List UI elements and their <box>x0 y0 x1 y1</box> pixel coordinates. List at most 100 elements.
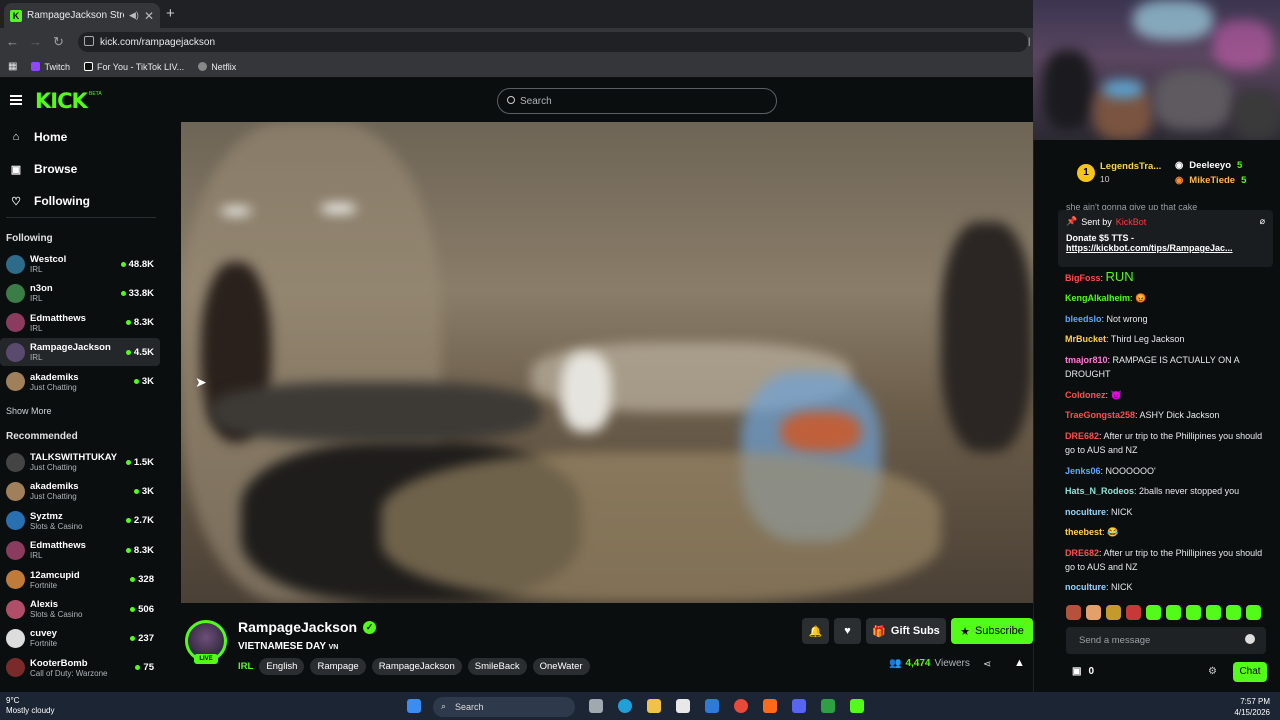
chat-username[interactable]: tmajor810 <box>1065 355 1108 365</box>
chat-points[interactable]: ▣ 0 <box>1072 666 1094 677</box>
apps-grid-icon[interactable]: ▦ <box>8 61 17 72</box>
sidebar-channel-item[interactable]: Syztmz Slots & Casino 2.7K <box>0 507 160 535</box>
discord-icon[interactable] <box>792 699 806 713</box>
taskbar-search[interactable]: ⌕ Search <box>433 697 575 717</box>
taskbar-clock[interactable]: 7:57 PM 4/15/2026 <box>1218 696 1270 718</box>
edge-icon[interactable] <box>618 699 632 713</box>
chat-send-button[interactable]: Chat <box>1233 662 1267 682</box>
emote-icon[interactable] <box>1086 605 1101 620</box>
tag[interactable]: RampageJackson <box>371 658 462 675</box>
xbox-icon[interactable] <box>821 699 835 713</box>
notification-bell-button[interactable]: 🔔 <box>802 618 829 644</box>
forward-icon[interactable]: → <box>29 34 42 49</box>
chat-settings-icon[interactable]: ⚙ <box>1208 666 1217 677</box>
chat-username[interactable]: DRE682 <box>1065 548 1099 558</box>
sidebar-channel-item[interactable]: Edmatthews IRL 8.3K <box>0 536 160 564</box>
chat-username[interactable]: KengAlkalheim <box>1065 293 1130 303</box>
chat-username[interactable]: theebest <box>1065 527 1102 537</box>
emote-icon[interactable] <box>1186 605 1201 620</box>
chat-input[interactable]: Send a message <box>1066 627 1266 654</box>
close-tab-icon[interactable]: ✕ <box>144 9 154 23</box>
emote-icon[interactable] <box>1246 605 1261 620</box>
channel-name: 12amcupid <box>30 569 80 581</box>
weather-widget[interactable]: 9°C Mostly cloudy <box>6 696 54 716</box>
sidebar-channel-item[interactable]: 12amcupid Fortnite 328 <box>0 566 160 594</box>
emote-icon[interactable] <box>1126 605 1141 620</box>
chat-username[interactable]: noculture <box>1065 582 1106 592</box>
task-view-icon[interactable] <box>589 699 603 713</box>
report-icon[interactable]: ▲ <box>1014 657 1025 669</box>
store-icon[interactable] <box>676 699 690 713</box>
back-icon[interactable]: ← <box>6 34 19 49</box>
emote-icon[interactable] <box>1206 605 1221 620</box>
leader-name[interactable]: LegendsTra... <box>1100 161 1161 172</box>
kick-logo[interactable]: KICK <box>35 89 88 113</box>
viewer-count: 75 <box>135 662 154 673</box>
sidebar-channel-item[interactable]: cuvey Fortnite 237 <box>0 624 160 652</box>
sidebar-channel-item[interactable]: Edmatthews IRL 8.3K <box>0 309 160 337</box>
channel-name[interactable]: RampageJackson ✓ <box>238 619 377 635</box>
chat-username[interactable]: noculture <box>1065 507 1106 517</box>
sidebar-channel-item[interactable]: akademiks Just Chatting 3K <box>0 368 160 396</box>
chat-username[interactable]: BigFoss <box>1065 273 1101 283</box>
chat-username[interactable]: Coldonez <box>1065 390 1106 400</box>
video-player[interactable] <box>181 122 1033 603</box>
search-input[interactable]: Search <box>497 88 777 114</box>
chat-username[interactable]: bleedslo <box>1065 314 1102 324</box>
chat-username[interactable]: Jenks06 <box>1065 466 1101 476</box>
sidebar-channel-item[interactable]: KooterBomb Call of Duty: Warzone 75 <box>0 654 160 682</box>
browser-tab[interactable]: K RampageJackson Stream - ◀) ✕ <box>4 3 160 28</box>
chat-username[interactable]: MrBucket <box>1065 334 1106 344</box>
audio-icon[interactable]: ◀) <box>129 10 139 21</box>
emote-icon[interactable] <box>1226 605 1241 620</box>
tag[interactable]: Rampage <box>310 658 366 675</box>
emote-icon[interactable] <box>1166 605 1181 620</box>
new-tab-button[interactable]: + <box>166 5 175 22</box>
start-icon[interactable] <box>407 699 421 713</box>
pinned-message[interactable]: 📌 Sent by KickBot ⌀ Donate $5 TTS - http… <box>1058 210 1273 267</box>
kick-app-icon[interactable] <box>850 699 864 713</box>
tag[interactable]: English <box>259 658 305 675</box>
sidebar-channel-item[interactable]: n3on IRL 33.8K <box>0 279 160 307</box>
share-icon[interactable]: ⋖ <box>983 659 991 670</box>
leader-entry[interactable]: ◉ MikeTiede 5 <box>1175 175 1246 186</box>
bookmark-netflix[interactable]: Netflix <box>198 62 236 72</box>
soundcloud-icon[interactable] <box>763 699 777 713</box>
tag[interactable]: SmileBack <box>467 658 527 675</box>
bookmark-twitch[interactable]: Twitch <box>31 62 70 72</box>
nav-following[interactable]: ♡ Following <box>10 194 90 208</box>
emote-icon[interactable] <box>1146 605 1161 620</box>
chat-text: 😂 <box>1107 527 1119 537</box>
pinned-link[interactable]: https://kickbot.com/tips/RampageJac... <box>1066 243 1251 253</box>
sidebar-channel-item[interactable]: Alexis Slots & Casino 506 <box>0 595 160 623</box>
tag[interactable]: OneWater <box>532 658 590 675</box>
chrome-icon[interactable] <box>734 699 748 713</box>
emoji-picker-icon[interactable] <box>1245 634 1255 644</box>
sidebar-channel-item[interactable]: RampageJackson IRL 4.5K <box>0 338 160 367</box>
unpin-icon[interactable]: ⌀ <box>1260 216 1265 227</box>
subscribe-button[interactable]: ★ Subscribe <box>951 618 1033 644</box>
url-field[interactable]: kick.com/rampagejackson <box>78 32 1028 52</box>
reload-icon[interactable]: ↻ <box>53 34 64 50</box>
category-link[interactable]: IRL <box>238 661 253 672</box>
chat-username[interactable]: Hats_N_Rodeos <box>1065 486 1134 496</box>
file-explorer-icon[interactable] <box>647 699 661 713</box>
emote-icon[interactable] <box>1066 605 1081 620</box>
leader-entry[interactable]: ◉ Deeleeyo 5 <box>1175 160 1242 171</box>
nav-browse[interactable]: ▣ Browse <box>10 162 78 176</box>
follow-heart-button[interactable]: ♥ <box>834 618 861 644</box>
show-more-link[interactable]: Show More <box>6 406 52 416</box>
browser-menu-icon[interactable]: | <box>1028 36 1030 46</box>
nav-home[interactable]: ⌂ Home <box>10 130 68 144</box>
mail-icon[interactable] <box>705 699 719 713</box>
menu-icon[interactable] <box>10 95 22 105</box>
sidebar-channel-item[interactable]: Westcol IRL 48.8K <box>0 250 160 278</box>
gift-subs-button[interactable]: 🎁 Gift Subs <box>866 618 946 644</box>
sidebar-channel-item[interactable]: akademiks Just Chatting 3K <box>0 477 160 505</box>
site-info-icon[interactable] <box>84 36 94 46</box>
bookmark-tiktok[interactable]: For You - TikTok LIV... <box>83 62 184 72</box>
sidebar-channel-item[interactable]: TALKSWITHTUKAY Just Chatting 1.5K <box>0 448 160 476</box>
emote-icon[interactable] <box>1106 605 1121 620</box>
chat-username[interactable]: TraeGongsta258 <box>1065 410 1135 420</box>
chat-username[interactable]: DRE682 <box>1065 431 1099 441</box>
